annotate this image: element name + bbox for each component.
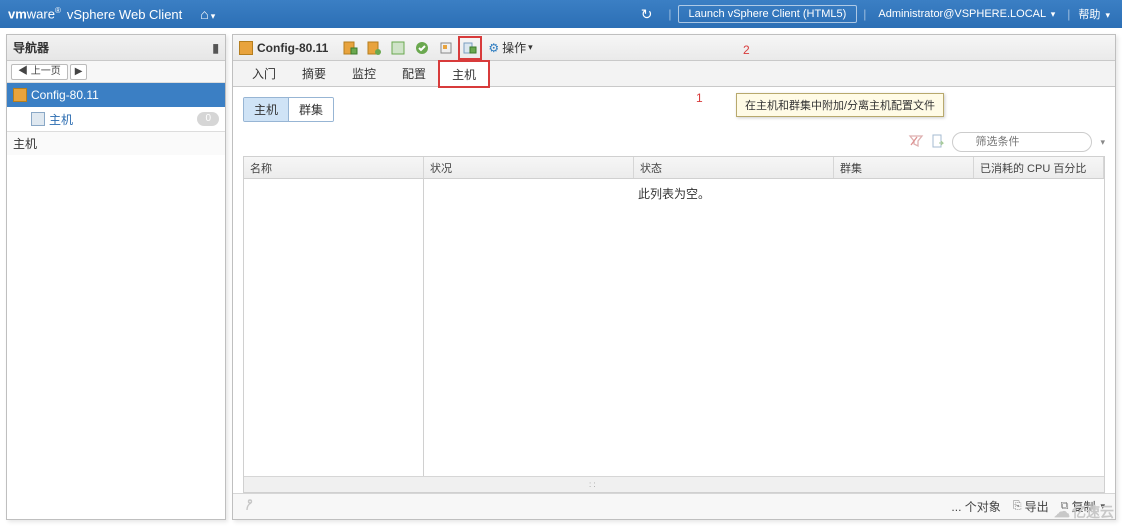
col-cluster[interactable]: 群集 [834, 157, 974, 178]
toolbar-action-2-icon[interactable] [365, 39, 383, 57]
filter-input[interactable] [952, 132, 1092, 152]
annotation-1: 1 [696, 91, 703, 105]
col-status[interactable]: 状况 [424, 157, 634, 178]
refresh-icon[interactable]: ↻ [641, 6, 653, 23]
launch-html5-button[interactable]: Launch vSphere Client (HTML5) [678, 5, 858, 23]
navigator-panel: 导航器 ▮ ◀ 上一页 ▶ Config-80.11 主机 0 主机 [6, 34, 226, 520]
tabs: 入门 摘要 监控 配置 主机 [233, 61, 1115, 87]
content-title: Config-80.11 [257, 41, 328, 55]
nav-item-label: Config-80.11 [31, 88, 99, 102]
top-banner: vmware® vSphere Web Client ⌂▾ ↻ | Launch… [0, 0, 1122, 28]
hosts-table: 名称 状况 状态 群集 已消耗的 CPU 百分比 此列表为空。 : : [243, 156, 1105, 493]
vmware-logo: vmware® [8, 6, 61, 21]
object-count: ... 个对象 [951, 498, 1000, 515]
cloud-icon: ☁ [1054, 502, 1070, 522]
host-profile-icon [239, 41, 253, 55]
horizontal-scrollbar[interactable]: : : [244, 476, 1104, 492]
tab-getting-started[interactable]: 入门 [239, 60, 289, 86]
main-layout: 导航器 ▮ ◀ 上一页 ▶ Config-80.11 主机 0 主机 2 1 在… [0, 28, 1122, 526]
pin-icon[interactable]: ▮ [212, 41, 219, 55]
col-state[interactable]: 状态 [634, 157, 834, 178]
table-header: 名称 状况 状态 群集 已消耗的 CPU 百分比 [244, 157, 1104, 179]
filter-row: ▾ [243, 132, 1105, 152]
content-footer: ... 个对象 ⎘导出 ⧉复制 ▾ [233, 493, 1115, 519]
separator: | [1067, 7, 1070, 21]
empty-message: 此列表为空。 [244, 179, 1104, 202]
chevron-down-icon: ▾ [1051, 9, 1056, 19]
table-body: 此列表为空。 [244, 179, 1104, 476]
subtab-clusters[interactable]: 群集 [288, 98, 333, 121]
subtab-group: 主机 群集 [243, 97, 334, 122]
count-badge: 0 [197, 112, 219, 126]
tooltip: 在主机和群集中附加/分离主机配置文件 [736, 93, 944, 117]
navigator-title: 导航器 [13, 39, 49, 56]
host-profile-icon [13, 88, 27, 102]
content-panel: 2 1 在主机和群集中附加/分离主机配置文件 Config-80.11 ⚙ 操作… [232, 34, 1116, 520]
col-cpu[interactable]: 已消耗的 CPU 百分比 [974, 157, 1104, 178]
watermark: ☁ 亿速云 [1054, 502, 1114, 522]
toolbar-attach-detach-icon[interactable] [461, 39, 479, 57]
nav-item-hosts[interactable]: 主机 0 [7, 107, 225, 131]
nav-item-profile[interactable]: Config-80.11 [7, 83, 225, 107]
filter-dropdown-icon[interactable]: ▾ [1100, 137, 1105, 148]
clear-filter-icon[interactable] [908, 133, 924, 152]
forward-button[interactable]: ▶ [70, 64, 88, 80]
navigator-back-row: ◀ 上一页 ▶ [7, 61, 225, 83]
toolbar-action-1-icon[interactable] [341, 39, 359, 57]
help-menu[interactable]: 帮助 ▾ [1078, 6, 1110, 22]
col-name[interactable]: 名称 [244, 157, 424, 178]
toolbar-check-icon[interactable] [413, 39, 431, 57]
chevron-down-icon: ▾ [1105, 10, 1110, 20]
nav-item-label: 主机 [49, 111, 73, 128]
user-menu[interactable]: Administrator@VSPHERE.LOCAL ▾ [878, 8, 1055, 20]
navigator-header: 导航器 ▮ [7, 35, 225, 61]
tab-configure[interactable]: 配置 [389, 60, 439, 86]
actions-menu[interactable]: ⚙ 操作 ▾ [488, 39, 532, 56]
chevron-down-icon: ▾ [211, 11, 216, 21]
export-icon: ⎘ [1013, 500, 1022, 513]
toolbar-action-3-icon[interactable] [389, 39, 407, 57]
product-name: vSphere Web Client [67, 7, 182, 22]
find-icon[interactable] [243, 497, 259, 516]
sub-area: 主机 群集 ▾ [233, 87, 1115, 152]
export-list-icon[interactable] [930, 133, 946, 152]
home-icon[interactable]: ⌂▾ [200, 6, 215, 22]
column-splitter[interactable] [422, 179, 426, 476]
toolbar-action-5-icon[interactable] [437, 39, 455, 57]
chevron-down-icon: ▾ [528, 42, 533, 53]
filter-input-wrap [952, 132, 1092, 152]
nav-section-hosts[interactable]: 主机 [7, 131, 225, 155]
tab-summary[interactable]: 摘要 [289, 60, 339, 86]
content-toolbar: Config-80.11 ⚙ 操作 ▾ [233, 35, 1115, 61]
tab-monitor[interactable]: 监控 [339, 60, 389, 86]
separator: | [863, 7, 866, 21]
host-icon [31, 112, 45, 126]
separator: | [668, 7, 671, 21]
annotation-2: 2 [743, 43, 750, 57]
tab-hosts[interactable]: 主机 [439, 61, 489, 87]
export-button[interactable]: ⎘导出 [1013, 498, 1049, 515]
back-button[interactable]: ◀ 上一页 [11, 64, 68, 80]
gear-icon: ⚙ [488, 41, 499, 55]
subtab-hosts[interactable]: 主机 [244, 98, 288, 121]
